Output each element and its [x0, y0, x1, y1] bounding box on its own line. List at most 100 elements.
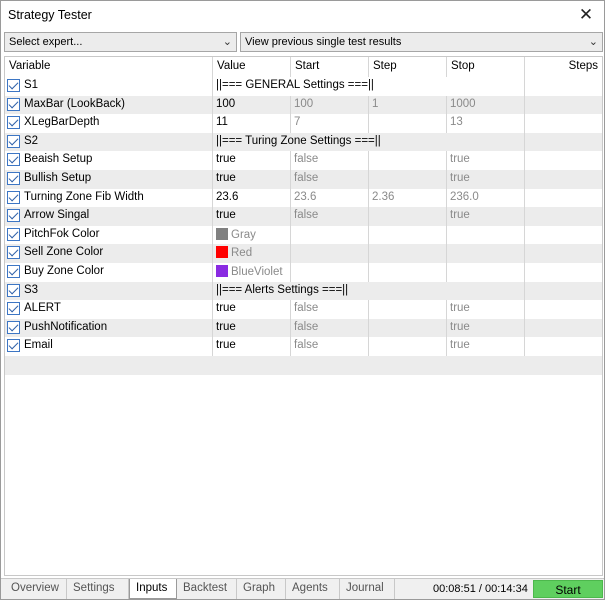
grid-header: Variable Value Start Step Stop Steps: [5, 57, 602, 77]
color-swatch[interactable]: [216, 227, 228, 240]
variable-name: MaxBar (LookBack): [24, 97, 125, 110]
variable-name: Buy Zone Color: [24, 265, 104, 277]
table-row[interactable]: MaxBar (LookBack) 100 100 1 1000: [5, 95, 602, 115]
close-icon[interactable]: ✕: [576, 5, 596, 25]
checkbox[interactable]: [7, 153, 20, 167]
table-row[interactable]: PushNotification true false true: [5, 318, 602, 338]
checkbox[interactable]: [7, 302, 20, 316]
variable-cell: S3: [5, 281, 213, 301]
table-row[interactable]: Turning Zone Fib Width 23.6 23.6 2.36 236.0: [5, 188, 602, 208]
tab-backtest[interactable]: Backtest: [177, 579, 237, 599]
bottom-bar: Overview Settings Inputs Backtest Graph Agent…: [1, 578, 604, 599]
table-row[interactable]: XLegBarDepth 11 7 13: [5, 114, 602, 133]
mode-select[interactable]: View previous single test results ⌄: [240, 32, 603, 52]
table-row[interactable]: Sell Zone Color Red: [5, 244, 602, 263]
checkbox[interactable]: [7, 190, 20, 204]
start-cell: false: [291, 151, 369, 170]
expert-select[interactable]: Select expert... ⌄: [4, 32, 237, 52]
checkbox[interactable]: [7, 246, 20, 260]
table-row[interactable]: Email true false true: [5, 337, 602, 356]
table-row[interactable]: S1 ||=== GENERAL Settings ===||: [5, 77, 602, 96]
tab-inputs[interactable]: Inputs: [129, 579, 177, 599]
variable-cell: MaxBar (LookBack): [5, 95, 213, 115]
checkbox[interactable]: [7, 97, 20, 111]
variable-name: S2: [24, 134, 39, 147]
steps-cell: [525, 151, 602, 170]
start-cell: 7: [291, 114, 369, 133]
toolbar: Select expert... ⌄ View previous single …: [1, 32, 604, 54]
variable-name: XLegBarDepth: [24, 116, 100, 129]
mode-select-label: View previous single test results: [245, 36, 402, 48]
variable-cell: PitchFok Color: [5, 225, 213, 245]
step-cell: [369, 207, 447, 226]
variable-cell: Buy Zone Color: [5, 263, 213, 282]
checkbox[interactable]: [7, 116, 20, 130]
tab-journal[interactable]: Journal: [340, 579, 395, 599]
checkbox[interactable]: [7, 265, 20, 278]
table-row[interactable]: S2 ||=== Turing Zone Settings ===||: [5, 132, 602, 152]
table-row[interactable]: Beaish Setup true false true: [5, 151, 602, 170]
value-cell[interactable]: Red: [213, 244, 291, 263]
checkbox[interactable]: [7, 227, 20, 241]
variable-name: Bullish Setup: [24, 172, 92, 184]
tab-overview[interactable]: Overview: [5, 579, 67, 599]
color-swatch[interactable]: [216, 246, 228, 259]
col-steps[interactable]: Steps: [525, 57, 602, 77]
start-button[interactable]: Start: [533, 580, 603, 598]
steps-cell: [525, 170, 602, 189]
value-cell[interactable]: true: [213, 151, 291, 170]
table-row[interactable]: Arrow Singal true false true: [5, 207, 602, 226]
checkbox[interactable]: [7, 172, 20, 185]
table-row[interactable]: Buy Zone Color BlueViolet: [5, 263, 602, 282]
section-title: ||=== Alerts Settings ===||: [213, 281, 525, 301]
strategy-tester-window: Strategy Tester ✕ Select expert... ⌄ Vie…: [0, 0, 605, 600]
checkbox[interactable]: [7, 134, 20, 148]
col-start[interactable]: Start: [291, 57, 369, 77]
checkbox[interactable]: [7, 320, 20, 334]
col-stop[interactable]: Stop: [447, 57, 525, 77]
checkbox[interactable]: [7, 79, 20, 92]
tab-settings[interactable]: Settings: [67, 579, 129, 599]
variable-name: PushNotification: [24, 320, 108, 333]
value-cell[interactable]: true: [213, 337, 291, 356]
value-cell[interactable]: true: [213, 300, 291, 319]
step-cell: [369, 337, 447, 356]
table-row[interactable]: PitchFok Color Gray: [5, 225, 602, 245]
value-cell[interactable]: Gray: [213, 225, 291, 245]
col-value[interactable]: Value: [213, 57, 291, 77]
variable-cell: Arrow Singal: [5, 207, 213, 226]
checkbox[interactable]: [7, 339, 20, 353]
col-step[interactable]: Step: [369, 57, 447, 77]
start-cell: 100: [291, 95, 369, 115]
table-row[interactable]: S3 ||=== Alerts Settings ===||: [5, 281, 602, 301]
color-swatch[interactable]: [216, 265, 228, 277]
tab-agents[interactable]: Agents: [286, 579, 340, 599]
variable-name: S3: [24, 283, 39, 296]
title-bar: Strategy Tester ✕: [1, 1, 604, 31]
value-cell[interactable]: true: [213, 170, 291, 189]
table-row[interactable]: Bullish Setup true false true: [5, 170, 602, 189]
steps-cell: [525, 189, 602, 208]
value-cell[interactable]: true: [213, 207, 291, 226]
value-cell[interactable]: true: [213, 318, 291, 338]
checkbox[interactable]: [7, 283, 20, 297]
variable-name: Email: [24, 339, 53, 352]
variable-name: Beaish Setup: [24, 153, 93, 166]
chevron-down-icon: ⌄: [588, 36, 598, 48]
checkbox[interactable]: [7, 209, 20, 223]
value-cell[interactable]: 100: [213, 95, 291, 115]
value-cell[interactable]: BlueViolet: [213, 263, 291, 282]
start-cell: false: [291, 318, 369, 338]
stop-cell: true: [447, 207, 525, 226]
variable-name: ALERT: [24, 302, 61, 315]
variable-name: PitchFok Color: [24, 227, 100, 240]
tab-graph[interactable]: Graph: [237, 579, 286, 599]
start-cell: false: [291, 300, 369, 319]
chevron-down-icon: ⌄: [222, 36, 232, 48]
col-variable[interactable]: Variable: [5, 57, 213, 77]
value-cell[interactable]: 23.6: [213, 188, 291, 208]
expert-select-label: Select expert...: [9, 36, 83, 48]
table-row[interactable]: ALERT true false true: [5, 300, 602, 319]
value-cell[interactable]: 11: [213, 114, 291, 133]
step-cell: [369, 151, 447, 170]
